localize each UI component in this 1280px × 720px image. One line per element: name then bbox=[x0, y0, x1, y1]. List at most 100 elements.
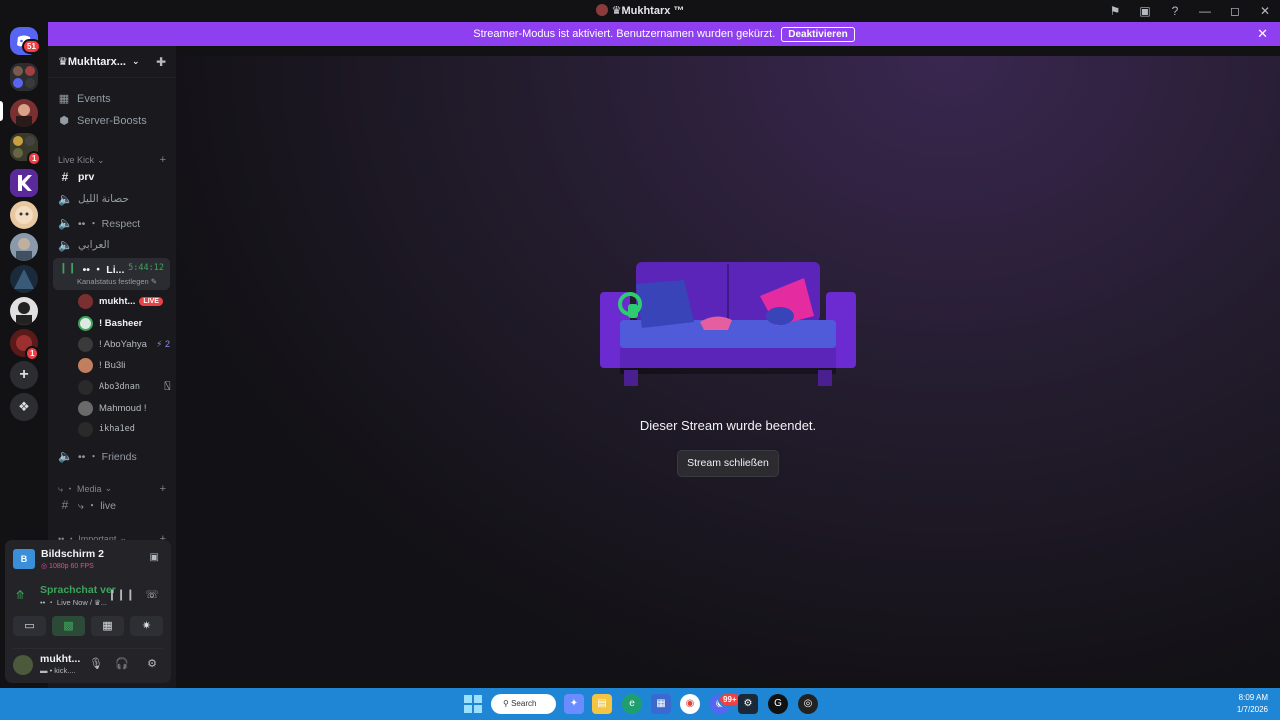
speaker-icon: 🔈 bbox=[58, 216, 73, 230]
activities-button[interactable]: ▦ bbox=[91, 616, 124, 636]
avatar bbox=[78, 379, 93, 395]
channel-voice-arabic-2[interactable]: 🔈 العرابي bbox=[58, 236, 170, 254]
server-mukhtarx[interactable] bbox=[10, 99, 38, 127]
store-icon[interactable]: ▦ bbox=[651, 694, 671, 714]
nav-server-boosts[interactable]: ⬢ Server-Boosts bbox=[58, 114, 147, 128]
deactivate-button[interactable]: Deaktivieren bbox=[781, 26, 855, 42]
microphone-icon[interactable]: 🎙 bbox=[89, 657, 103, 670]
guild-header[interactable]: ♛Mukhtarx... ⌄ ✚ bbox=[48, 46, 176, 78]
hashtag-icon: # bbox=[61, 498, 69, 512]
banner-close-icon[interactable]: ✕ bbox=[1257, 26, 1268, 42]
clock-date: 1/7/2026 bbox=[1236, 705, 1268, 714]
voice-user[interactable]: ! AboYahya ⚡ 2 bbox=[78, 335, 170, 353]
voice-user[interactable]: Mahmoud ! bbox=[78, 399, 170, 417]
voice-user[interactable]: mukht... LIVE bbox=[78, 292, 170, 310]
app-g-icon[interactable]: G bbox=[768, 694, 788, 714]
calendar-icon: ▦ bbox=[58, 93, 70, 105]
channel-status-setter[interactable]: Kanalstatus festlegen ✎ bbox=[77, 277, 157, 286]
disconnect-icon[interactable]: ☏ bbox=[145, 588, 159, 601]
taskbar-search[interactable]: ⚲ Search bbox=[491, 694, 556, 714]
nav-events[interactable]: ▦ Events bbox=[58, 92, 111, 106]
streamer-mode-banner: Streamer-Modus ist aktiviert. Benutzerna… bbox=[48, 22, 1280, 46]
stream-icon: ⚡ 2 bbox=[156, 338, 170, 349]
server-badge-2: 1 bbox=[25, 346, 40, 361]
speaker-icon: 🔈 bbox=[58, 238, 73, 252]
voice-status: Sprachchat ver bbox=[40, 584, 116, 596]
channel-voice-friends[interactable]: 🔈 •• ・ Friends bbox=[58, 447, 170, 465]
add-server-icon[interactable]: + bbox=[10, 361, 38, 389]
top-strip bbox=[176, 46, 1280, 56]
noise-suppression-icon[interactable]: ❙❙❙ bbox=[107, 588, 135, 601]
avatar bbox=[78, 400, 93, 416]
channel-prv[interactable]: # prv bbox=[58, 168, 170, 186]
windows-start-icon[interactable] bbox=[464, 695, 482, 713]
screen-share-button[interactable]: ▩ bbox=[52, 616, 85, 636]
minimize-button[interactable]: — bbox=[1190, 4, 1220, 18]
category-media[interactable]: ⤷ ・ Media ⌄ + bbox=[58, 482, 166, 495]
system-clock[interactable]: 8:09 AM 1/7/2026 bbox=[1237, 692, 1268, 716]
screen-share-icon[interactable]: ▣ bbox=[1130, 4, 1160, 18]
edge-icon[interactable]: e bbox=[622, 694, 642, 714]
voice-activity-icon: ❙❙ bbox=[59, 262, 77, 274]
voice-user[interactable]: ikha1ed bbox=[78, 420, 170, 438]
voice-user[interactable]: ! Bu3li bbox=[78, 356, 170, 374]
app-obs-icon[interactable]: ◎ bbox=[798, 694, 818, 714]
close-stream-button[interactable]: Stream schließen bbox=[677, 450, 779, 477]
active-server-pill bbox=[0, 101, 3, 121]
headphones-icon[interactable]: 🎧 bbox=[115, 657, 129, 670]
avatar bbox=[78, 357, 93, 373]
stream-view: Dieser Stream wurde beendet. Stream schl… bbox=[176, 56, 1280, 680]
channel-voice-live-now[interactable]: ❙❙ •• ・ Li... 5:44:12 Kanalstatus festle… bbox=[53, 258, 170, 290]
copilot-icon[interactable]: ✦ bbox=[564, 694, 584, 714]
add-channel-icon[interactable]: + bbox=[160, 483, 166, 495]
live-channel-name: •• ・ Li... bbox=[82, 264, 125, 276]
maximize-button[interactable]: ◻ bbox=[1220, 4, 1250, 18]
server-dark[interactable] bbox=[10, 265, 38, 293]
speaker-icon: 🔈 bbox=[58, 449, 73, 463]
voice-user[interactable]: Abo3dnan ⍂ bbox=[78, 378, 170, 396]
voice-user[interactable]: ! Basheer bbox=[78, 314, 170, 332]
help-icon[interactable]: ? bbox=[1160, 4, 1190, 18]
channel-live[interactable]: # ⤷ ・ live bbox=[58, 496, 170, 514]
channel-timer: 5:44:12 bbox=[128, 263, 164, 273]
avatar[interactable] bbox=[13, 655, 33, 675]
stream-info: B Bildschirm 2 ◎ 1080p 60 FPS ▣ bbox=[13, 548, 163, 572]
stop-stream-icon[interactable]: ▣ bbox=[150, 552, 159, 563]
stream-source: Bildschirm 2 bbox=[41, 548, 105, 560]
voice-channel-name[interactable]: •• ・ Live Now / ♛... bbox=[40, 597, 107, 608]
category-live-kick[interactable]: Live Kick ⌄ + bbox=[58, 154, 166, 166]
soundboard-button[interactable]: ✷ bbox=[130, 616, 163, 636]
live-badge: LIVE bbox=[139, 296, 163, 306]
inbox-icon[interactable]: ⚑ bbox=[1100, 4, 1130, 18]
file-explorer-icon[interactable]: ▤ bbox=[592, 694, 612, 714]
home-badge: 51 bbox=[22, 39, 41, 54]
avatar bbox=[78, 336, 93, 352]
discover-icon[interactable]: ❖ bbox=[10, 393, 38, 421]
server-folder[interactable] bbox=[10, 63, 38, 91]
user-status: ▬ • kick.... bbox=[40, 666, 76, 675]
server-anime[interactable] bbox=[10, 201, 38, 229]
window-title: ♛Mukhtarx ™ bbox=[0, 4, 1280, 17]
avatar bbox=[78, 293, 93, 309]
chrome-icon[interactable]: ◉ bbox=[680, 694, 700, 714]
channel-voice-arabic-1[interactable]: 🔈 حصانة الليل bbox=[58, 190, 170, 208]
chevron-down-icon: ⌄ bbox=[131, 56, 140, 66]
banner-text: Streamer-Modus ist aktiviert. Benutzerna… bbox=[473, 28, 776, 40]
voice-connection: ⤊ Sprachchat ver •• ・ Live Now / ♛... ❙❙… bbox=[13, 584, 163, 608]
close-window-button[interactable]: ✕ bbox=[1250, 4, 1280, 18]
signal-icon[interactable]: ⤊ bbox=[15, 588, 25, 602]
user-panel: B Bildschirm 2 ◎ 1080p 60 FPS ▣ ⤊ Sprach… bbox=[5, 540, 171, 683]
server-person[interactable] bbox=[10, 233, 38, 261]
chevron-down-icon: ⌄ bbox=[97, 154, 105, 165]
invite-icon[interactable]: ✚ bbox=[156, 55, 166, 69]
avatar bbox=[78, 315, 93, 331]
camera-off-button[interactable]: ▭ bbox=[13, 616, 46, 636]
settings-gear-icon[interactable]: ⚙ bbox=[147, 657, 157, 670]
server-kick-logo[interactable] bbox=[10, 169, 38, 197]
add-channel-icon[interactable]: + bbox=[160, 154, 166, 166]
user-name: mukht... bbox=[40, 653, 81, 665]
server-silhouette[interactable] bbox=[10, 297, 38, 325]
steam-icon[interactable]: ⚙ bbox=[738, 694, 758, 714]
channel-voice-respect[interactable]: 🔈 •• ・ Respect bbox=[58, 214, 170, 232]
stream-quality: ◎ 1080p 60 FPS bbox=[41, 563, 94, 570]
